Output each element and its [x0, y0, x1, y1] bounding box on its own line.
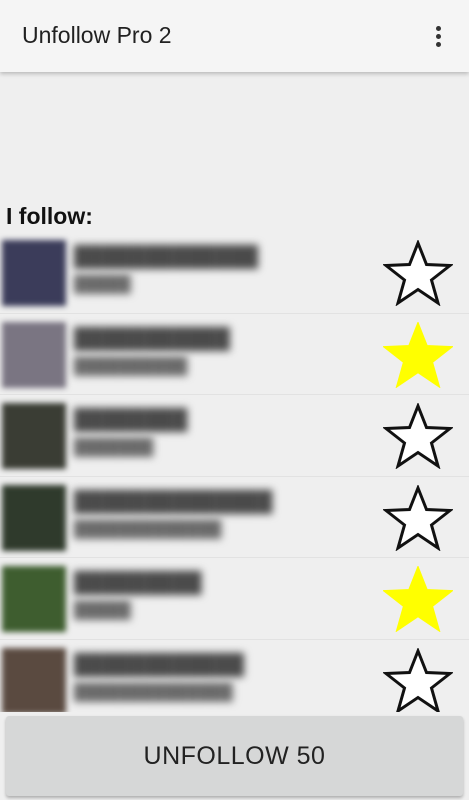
bottom-bar: UNFOLLOW 50	[0, 712, 469, 800]
app-title: Unfollow Pro 2	[22, 22, 172, 48]
follow-subtitle: █████████████	[74, 520, 222, 538]
follow-name: ███████████	[74, 327, 230, 350]
follow-list: █████████████ █████ ███████████ ██████████ █…	[0, 232, 469, 721]
section-heading: I follow:	[6, 203, 93, 229]
follow-subtitle: █████	[74, 276, 131, 293]
star-icon[interactable]	[380, 401, 456, 471]
follow-row[interactable]: █████████ █████	[0, 558, 469, 640]
more-vert-icon[interactable]	[425, 22, 451, 50]
avatar	[2, 484, 66, 551]
unfollow-button[interactable]: UNFOLLOW 50	[6, 716, 463, 796]
follow-subtitle: █████	[74, 602, 131, 619]
follow-name: ████████████	[74, 653, 245, 676]
avatar	[2, 647, 66, 714]
follow-subtitle: ███████	[74, 439, 154, 456]
follow-row[interactable]: ████████ ███████	[0, 395, 469, 477]
follow-row[interactable]: ███████████ ██████████	[0, 314, 469, 395]
follow-row[interactable]: ██████████████ █████████████	[0, 477, 469, 558]
star-icon[interactable]	[380, 646, 456, 716]
follow-name: ████████	[74, 409, 188, 431]
app-bar: Unfollow Pro 2	[0, 0, 469, 72]
follow-row[interactable]: ████████████ ██████████████	[0, 640, 469, 721]
avatar	[2, 321, 66, 388]
avatar	[2, 403, 66, 469]
avatar	[2, 240, 66, 306]
follow-subtitle: ██████████	[74, 357, 188, 375]
star-icon[interactable]	[380, 238, 456, 308]
star-icon[interactable]	[380, 320, 456, 390]
follow-name: ██████████████	[74, 490, 273, 513]
follow-row[interactable]: █████████████ █████	[0, 232, 469, 314]
follow-name: █████████	[74, 572, 202, 594]
star-icon[interactable]	[380, 564, 456, 634]
follow-subtitle: ██████████████	[74, 683, 233, 701]
star-icon[interactable]	[380, 483, 456, 553]
avatar	[2, 566, 66, 632]
follow-name: █████████████	[74, 246, 259, 268]
